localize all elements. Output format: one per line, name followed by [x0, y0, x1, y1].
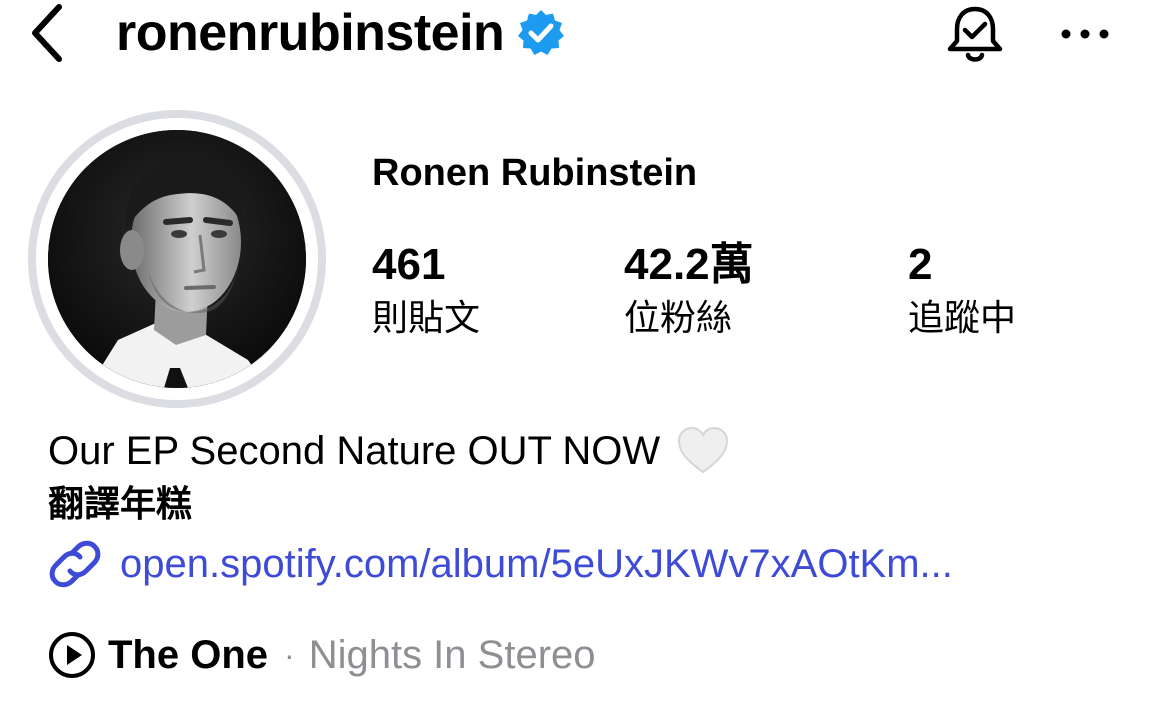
- notification-bell-button[interactable]: [940, 0, 1010, 70]
- separator-dot: ·: [284, 636, 295, 673]
- avatar-story-ring[interactable]: [28, 110, 326, 408]
- verified-badge-icon: [516, 8, 566, 58]
- stat-posts[interactable]: 461 則貼文: [372, 238, 480, 346]
- display-name: Ronen Rubinstein: [372, 152, 698, 194]
- avatar: [48, 130, 306, 388]
- stat-following[interactable]: 2 追蹤中: [908, 238, 1016, 346]
- username-text: ronenrubinstein: [116, 4, 505, 62]
- back-chevron-icon: [32, 4, 62, 62]
- bio-line-2: 翻譯年糕: [48, 484, 193, 525]
- profile-username-header: ronenrubinstein: [116, 0, 566, 66]
- profile-music[interactable]: The One · Nights In Stereo: [48, 626, 596, 684]
- bio-text: Our EP Second Nature OUT NOW: [48, 429, 661, 473]
- stat-followers-value: 42.2萬: [624, 240, 754, 289]
- notification-bell-icon: [947, 6, 1003, 62]
- stat-posts-value: 461: [372, 240, 446, 289]
- stat-followers[interactable]: 42.2萬 位粉絲: [624, 238, 754, 346]
- artist-name: Nights In Stereo: [308, 632, 596, 677]
- bio-link[interactable]: open.spotify.com/album/5eUxJKWv7xAOtKm..…: [48, 534, 953, 594]
- link-text: open.spotify.com/album/5eUxJKWv7xAOtKm..…: [120, 541, 953, 586]
- stat-followers-label: 位粉絲: [624, 298, 733, 339]
- profile-photo: [48, 130, 306, 388]
- link-icon: [48, 537, 102, 591]
- more-options-icon: [1061, 29, 1109, 39]
- bio-line-1: Our EP Second Nature OUT NOW: [48, 424, 730, 478]
- stat-posts-label: 則貼文: [372, 298, 481, 339]
- stat-following-label: 追蹤中: [908, 298, 1017, 339]
- play-circle-icon: [48, 631, 96, 679]
- back-button[interactable]: [22, 2, 72, 64]
- profile-page: ronenrubinstein Ronen Rubinstein 461 則貼文…: [0, 0, 1170, 707]
- stat-following-value: 2: [908, 240, 933, 289]
- song-title: The One: [108, 632, 269, 677]
- white-heart-icon: [676, 426, 730, 476]
- more-options-button[interactable]: [1050, 6, 1120, 62]
